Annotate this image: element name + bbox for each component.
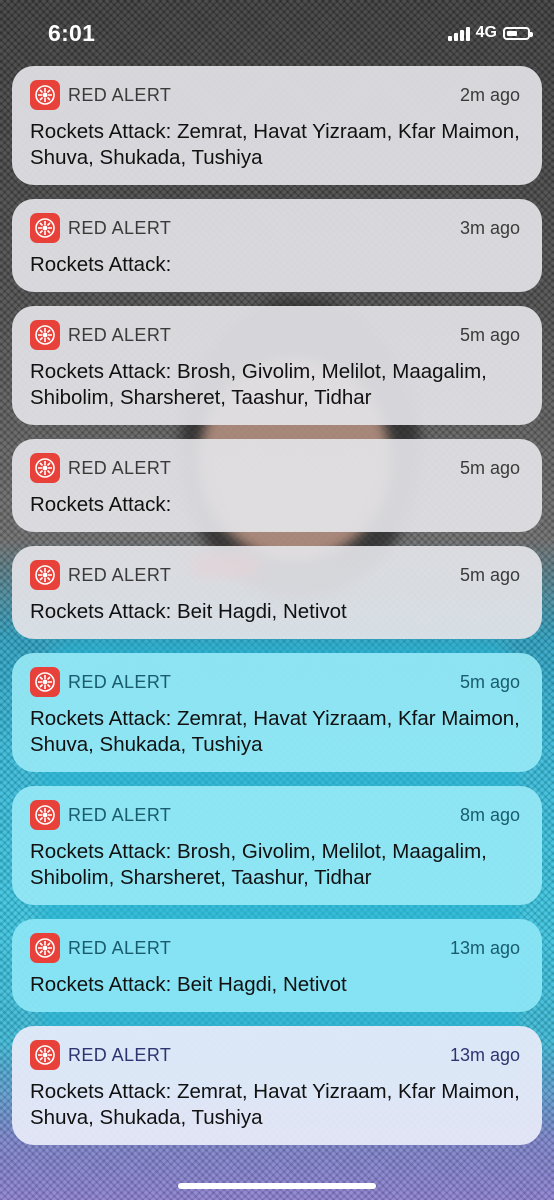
- status-bar: 6:01 4G: [0, 0, 554, 66]
- notification-body: Rockets Attack:: [30, 493, 172, 516]
- siren-icon: [30, 320, 60, 350]
- status-icons: 4G: [447, 24, 533, 42]
- battery-icon: [503, 26, 533, 40]
- notification-header: RED ALERT 5m ago: [30, 452, 520, 484]
- notification-body: Rockets Attack: Brosh, Givolim, Melilot,…: [30, 840, 487, 889]
- siren-icon: [30, 933, 60, 963]
- app-name: RED ALERT: [68, 324, 172, 345]
- status-time: 6:01: [48, 20, 96, 46]
- app-name: RED ALERT: [68, 217, 172, 238]
- notification-header: RED ALERT 13m ago: [30, 932, 520, 964]
- notification-time: 5m ago: [459, 564, 520, 585]
- app-name: RED ALERT: [68, 804, 172, 825]
- notification[interactable]: RED ALERT 13m ago Rockets Attack: Beit H…: [12, 919, 542, 1012]
- notification-header: RED ALERT 13m ago: [30, 1039, 520, 1071]
- notification-body: Rockets Attack:: [30, 253, 172, 276]
- siren-icon: [30, 1040, 60, 1070]
- network-label: 4G: [475, 24, 497, 41]
- app-name: RED ALERT: [68, 1044, 172, 1065]
- notification-list: RED ALERT 2m ago Rockets Attack: Zemrat,…: [12, 66, 542, 1159]
- app-name: RED ALERT: [68, 937, 172, 958]
- notification[interactable]: RED ALERT 2m ago Rockets Attack: Zemrat,…: [12, 66, 542, 185]
- siren-icon: [30, 80, 60, 110]
- app-name: RED ALERT: [68, 671, 172, 692]
- notification-time: 13m ago: [449, 937, 520, 958]
- signal-icon: [447, 25, 470, 41]
- notification[interactable]: RED ALERT 5m ago Rockets Attack: Zemrat,…: [12, 653, 542, 772]
- notification[interactable]: RED ALERT 5m ago Rockets Attack: Brosh, …: [12, 306, 542, 425]
- siren-icon: [30, 213, 60, 243]
- app-name: RED ALERT: [68, 564, 172, 585]
- notification-header: RED ALERT 5m ago: [30, 666, 520, 698]
- notification-body: Rockets Attack: Zemrat, Havat Yizraam, K…: [30, 707, 520, 756]
- notification-header: RED ALERT 5m ago: [30, 559, 520, 591]
- notification[interactable]: RED ALERT 13m ago Rockets Attack: Zemrat…: [12, 1026, 542, 1145]
- notification-time: 5m ago: [459, 457, 520, 478]
- notification-header: RED ALERT 8m ago: [30, 799, 520, 831]
- notification[interactable]: RED ALERT 5m ago Rockets Attack: Beit Ha…: [12, 546, 542, 639]
- notification-body: Rockets Attack: Beit Hagdi, Netivot: [30, 973, 347, 996]
- siren-icon: [30, 667, 60, 697]
- notification[interactable]: RED ALERT 3m ago Rockets Attack:: [12, 199, 542, 292]
- notification-body: Rockets Attack: Zemrat, Havat Yizraam, K…: [30, 1080, 520, 1129]
- notification-body: Rockets Attack: Zemrat, Havat Yizraam, K…: [30, 120, 520, 169]
- app-name: RED ALERT: [68, 84, 172, 105]
- notification[interactable]: RED ALERT 8m ago Rockets Attack: Brosh, …: [12, 786, 542, 905]
- notification-time: 5m ago: [459, 671, 520, 692]
- notification-body: Rockets Attack: Brosh, Givolim, Melilot,…: [30, 360, 487, 409]
- siren-icon: [30, 453, 60, 483]
- home-indicator[interactable]: [178, 1183, 376, 1189]
- notification-header: RED ALERT 2m ago: [30, 79, 520, 111]
- notification-header: RED ALERT 5m ago: [30, 319, 520, 351]
- siren-icon: [30, 560, 60, 590]
- siren-icon: [30, 800, 60, 830]
- notification-time: 5m ago: [459, 324, 520, 345]
- notification-time: 13m ago: [449, 1044, 520, 1065]
- notification-time: 8m ago: [459, 804, 520, 825]
- notification-body: Rockets Attack: Beit Hagdi, Netivot: [30, 600, 347, 623]
- notification[interactable]: RED ALERT 5m ago Rockets Attack:: [12, 439, 542, 532]
- app-name: RED ALERT: [68, 457, 172, 478]
- notification-time: 3m ago: [459, 217, 520, 238]
- notification-time: 2m ago: [459, 84, 520, 105]
- notification-header: RED ALERT 3m ago: [30, 212, 520, 244]
